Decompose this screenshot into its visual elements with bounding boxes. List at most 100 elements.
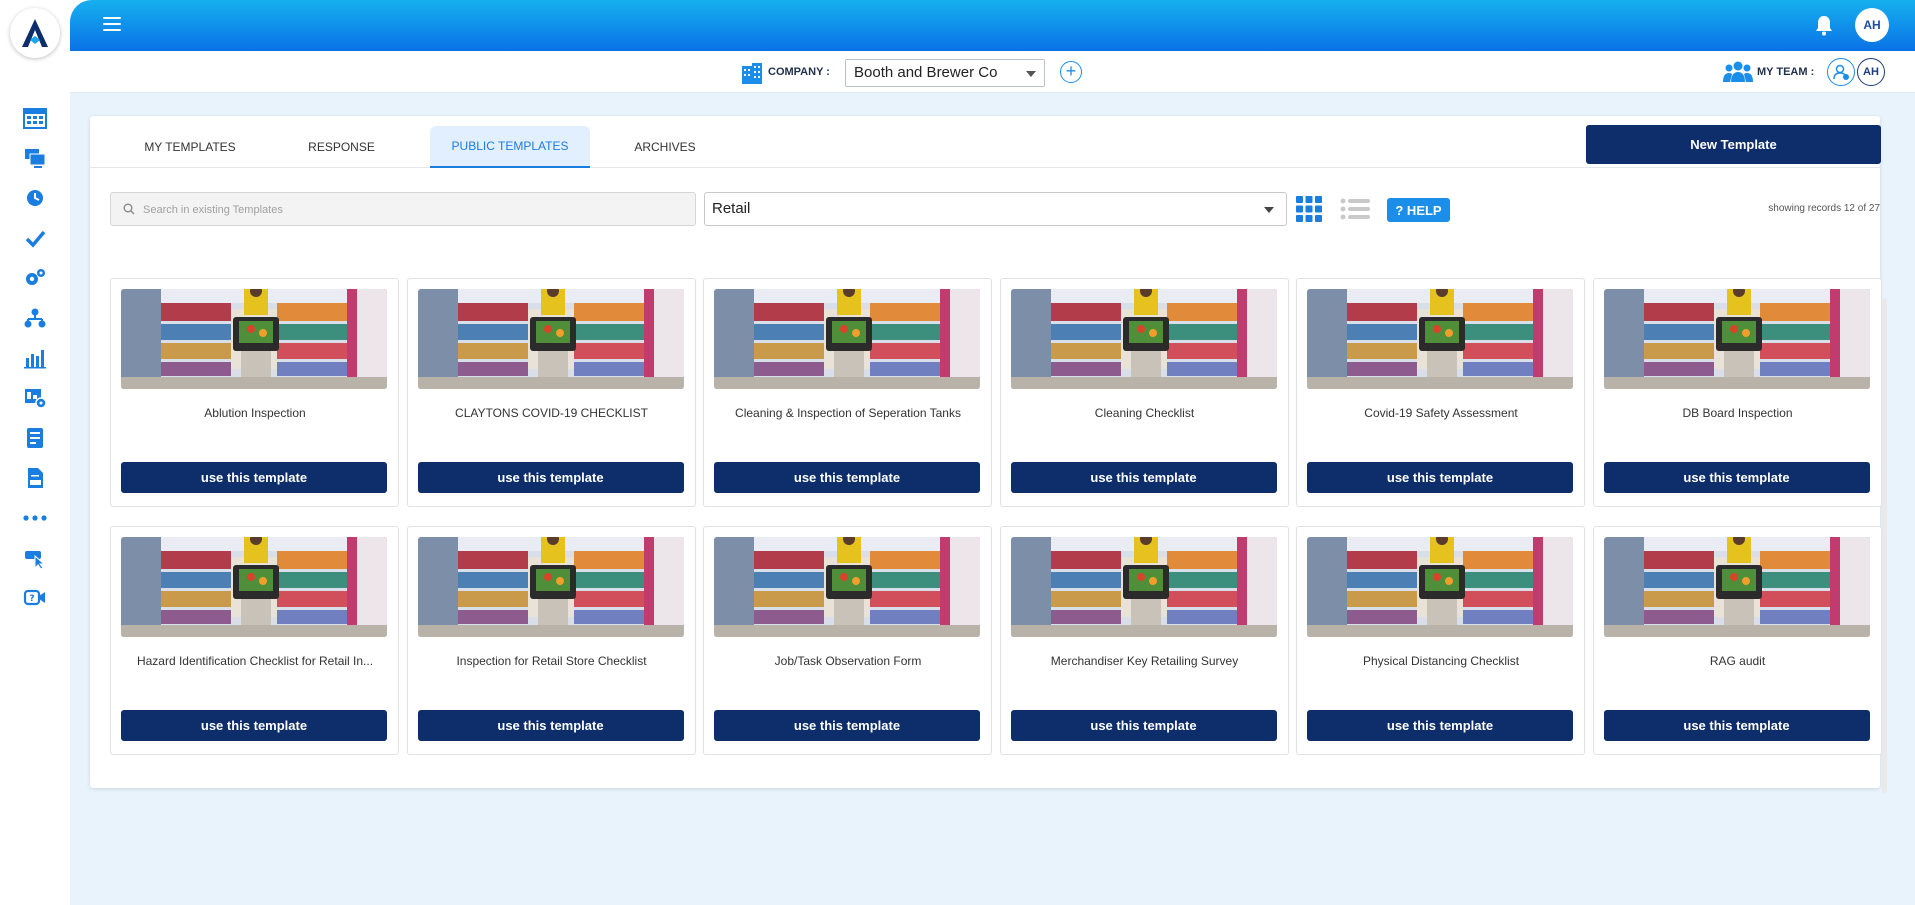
sidebar-item-monitors[interactable]	[0, 138, 70, 178]
report-settings-icon	[25, 389, 47, 409]
template-thumbnail	[714, 289, 980, 389]
template-card[interactable]: Ablution Inspection use this template	[110, 278, 399, 507]
scrollbar[interactable]	[1882, 298, 1887, 793]
user-avatar[interactable]: AH	[1855, 8, 1889, 42]
template-card[interactable]: Hazard Identification Checklist for Reta…	[110, 526, 399, 755]
template-card[interactable]: CLAYTONS COVID-19 CHECKLIST use this temp…	[406, 278, 696, 507]
template-card[interactable]: Inspection for Retail Store Checklist use…	[406, 526, 696, 755]
new-template-button[interactable]: New Template	[1586, 125, 1881, 164]
company-select[interactable]: Booth and Brewer Co	[845, 59, 1045, 87]
template-thumbnail	[1010, 289, 1277, 389]
use-template-button[interactable]: use this template	[714, 710, 980, 741]
template-thumbnail	[121, 537, 387, 637]
tab-response[interactable]: RESPONSE	[264, 126, 419, 168]
use-template-button[interactable]: use this template	[121, 462, 387, 493]
template-thumbnail	[1307, 289, 1573, 389]
app-logo[interactable]	[10, 8, 60, 58]
template-title: Merchandiser Key Retailing Survey	[1050, 654, 1239, 668]
template-title: Hazard Identification Checklist for Reta…	[136, 654, 374, 668]
templates-panel: MY TEMPLATES RESPONSE PUBLIC TEMPLATES A…	[90, 116, 1887, 793]
list-view-icon	[1340, 198, 1370, 220]
template-card[interactable]: DB Board Inspection use this template	[1592, 278, 1882, 507]
tab-bar: MY TEMPLATES RESPONSE PUBLIC TEMPLATES A…	[90, 116, 1881, 168]
template-card[interactable]: Covid-19 Safety Assessment use this templ…	[1296, 278, 1585, 507]
template-title: CLAYTONS COVID-19 CHECKLIST	[455, 406, 648, 420]
notification-bell-icon[interactable]	[1815, 14, 1833, 41]
main-area: COMPANY : Booth and Brewer Co + MY TEAM …	[70, 51, 1915, 905]
sidebar-item-more[interactable]	[0, 498, 70, 538]
list-view-toggle[interactable]	[1340, 197, 1370, 226]
gears-icon	[26, 269, 45, 285]
company-bar: COMPANY : Booth and Brewer Co + MY TEAM …	[70, 51, 1915, 93]
template-title: Job/Task Observation Form	[774, 654, 922, 668]
use-template-button[interactable]: use this template	[1010, 462, 1277, 493]
form-doc-icon	[27, 428, 43, 448]
sidebar-item-reports[interactable]	[0, 378, 70, 418]
monitor-stack-icon	[25, 149, 46, 168]
team-icon	[1722, 60, 1754, 89]
template-card[interactable]: Merchandiser Key Retailing Survey use thi…	[999, 526, 1289, 755]
template-thumbnail	[417, 537, 684, 637]
category-select[interactable]: Retail	[704, 192, 1287, 226]
template-thumbnail	[1603, 537, 1870, 637]
template-card[interactable]: Cleaning & Inspection of Seperation Tank…	[703, 278, 992, 507]
template-card[interactable]: Job/Task Observation Form use this templa…	[703, 526, 992, 755]
add-team-member-button[interactable]	[1827, 58, 1855, 86]
chevron-down-icon	[1026, 71, 1036, 77]
grid-view-icon	[1296, 196, 1322, 222]
tab-my-templates[interactable]: MY TEMPLATES	[116, 126, 264, 168]
template-thumbnail	[417, 289, 684, 389]
use-template-button[interactable]: use this template	[1603, 462, 1870, 493]
tab-public-templates[interactable]: PUBLIC TEMPLATES	[430, 126, 590, 168]
menu-toggle-icon[interactable]	[103, 17, 121, 31]
use-template-button[interactable]: use this template	[714, 462, 980, 493]
sidebar-item-forms[interactable]	[0, 418, 70, 458]
sidebar-item-calendar[interactable]	[0, 98, 70, 138]
use-template-button[interactable]: use this template	[417, 462, 684, 493]
template-card[interactable]: Cleaning Checklist use this template	[999, 278, 1289, 507]
svg-text:?: ?	[29, 594, 34, 604]
template-title: Cleaning & Inspection of Seperation Tank…	[735, 406, 961, 420]
template-thumbnail	[714, 537, 980, 637]
use-template-button[interactable]: use this template	[1603, 710, 1870, 741]
tab-archives[interactable]: ARCHIVES	[600, 126, 730, 168]
template-title: Ablution Inspection	[204, 406, 306, 420]
company-select-value: Booth and Brewer Co	[854, 64, 998, 81]
sidebar-item-documents[interactable]	[0, 458, 70, 498]
sidebar-item-clock[interactable]	[0, 178, 70, 218]
top-bar: AH	[70, 0, 1915, 51]
checkmark-icon	[25, 230, 46, 248]
template-thumbnail	[1307, 537, 1573, 637]
use-template-button[interactable]: use this template	[121, 710, 387, 741]
add-company-button[interactable]: +	[1060, 61, 1082, 83]
template-title: RAG audit	[1709, 654, 1766, 668]
template-thumbnail	[1603, 289, 1870, 389]
user-add-icon	[1833, 64, 1849, 80]
use-template-button[interactable]: use this template	[1307, 462, 1573, 493]
template-card[interactable]: RAG audit use this template	[1592, 526, 1882, 755]
sidebar-item-settings[interactable]	[0, 258, 70, 298]
sidebar: ?	[0, 0, 70, 905]
sidebar-item-org[interactable]	[0, 298, 70, 338]
chevron-down-icon	[1264, 207, 1274, 213]
search-input[interactable]	[143, 199, 683, 221]
use-template-button[interactable]: use this template	[417, 710, 684, 741]
sidebar-item-tasks[interactable]	[0, 218, 70, 258]
sidebar-nav: ?	[0, 98, 70, 618]
help-button[interactable]: ? HELP	[1387, 198, 1450, 222]
search-icon	[123, 203, 135, 215]
template-card[interactable]: Physical Distancing Checklist use this te…	[1296, 526, 1585, 755]
template-title: Covid-19 Safety Assessment	[1364, 406, 1518, 420]
records-count: showing records 12 of 27	[1768, 203, 1880, 214]
use-template-button[interactable]: use this template	[1010, 710, 1277, 741]
org-chart-icon	[24, 308, 46, 328]
use-template-button[interactable]: use this template	[1307, 710, 1573, 741]
sidebar-item-video[interactable]: ?	[0, 578, 70, 618]
grid-view-toggle[interactable]	[1296, 196, 1322, 227]
sidebar-item-analytics[interactable]	[0, 338, 70, 378]
sidebar-item-click[interactable]	[0, 538, 70, 578]
building-icon	[740, 62, 764, 89]
template-thumbnail	[1010, 537, 1277, 637]
team-member-avatar[interactable]: AH	[1857, 58, 1885, 86]
team-label: MY TEAM :	[1757, 66, 1815, 78]
